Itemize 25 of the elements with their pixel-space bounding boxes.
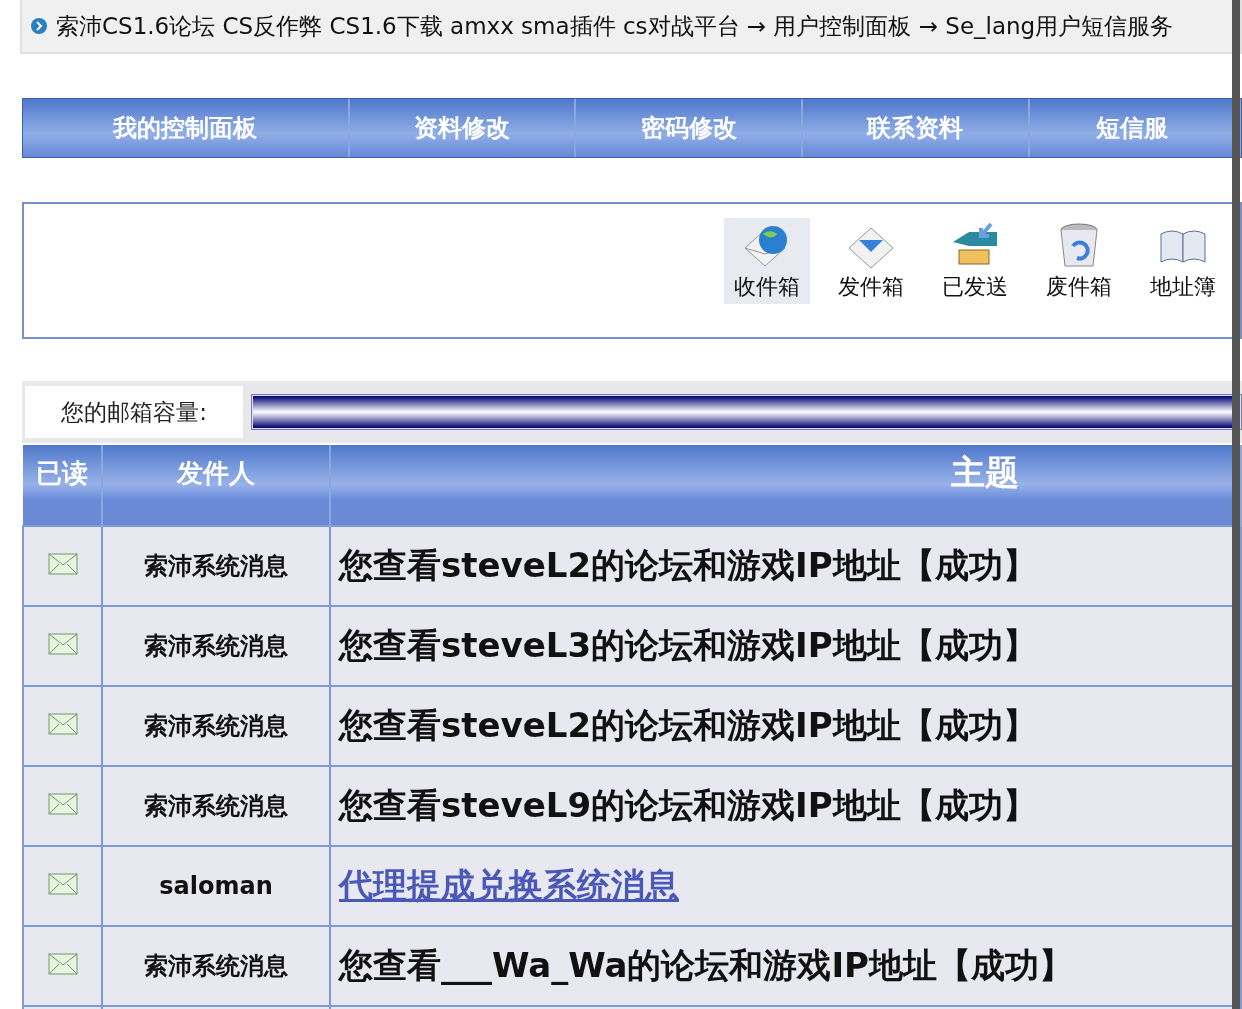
envelope-icon[interactable] <box>47 553 78 575</box>
envelope-icon[interactable] <box>47 793 78 815</box>
scrollbar[interactable] <box>1232 0 1240 1009</box>
column-header: 发件人 <box>102 445 330 501</box>
toolbar-button[interactable]: 收件箱 <box>724 218 810 304</box>
column-header: 已读 <box>23 445 102 501</box>
arrow-bullet-icon <box>30 17 48 35</box>
toolbar-button[interactable]: 发件箱 <box>828 218 914 304</box>
toolbar-button[interactable]: 地址簿 <box>1140 218 1226 304</box>
sender-cell: 索沛系统消息 <box>102 926 330 1006</box>
breadcrumb-text: 索沛CS1.6论坛 CS反作弊 CS1.6下载 amxx sma插件 cs对战平台 → 用户控制面板 → Se_lang用户短信服务 <box>56 11 1174 41</box>
envelope-icon[interactable] <box>47 713 78 735</box>
envelope-icon[interactable] <box>47 873 78 895</box>
toolbar-button[interactable]: 已发送 <box>932 218 1018 304</box>
sender-cell: 索沛系统消息 <box>102 686 330 766</box>
column-header: 主题 <box>330 445 1241 501</box>
sender-cell: saloman <box>102 846 330 926</box>
capacity-label: 您的邮箱容量: <box>25 386 243 438</box>
sender-cell: 索沛系统消息 <box>102 606 330 686</box>
subject-link[interactable]: 代理提成兑换系统消息 <box>339 865 679 905</box>
toolbar-button[interactable]: 废件箱 <box>1036 218 1122 304</box>
sender-cell: 索沛系统消息 <box>102 766 330 846</box>
sender-cell: 索沛系统消息 <box>102 526 330 606</box>
envelope-icon[interactable] <box>47 953 78 975</box>
envelope-icon[interactable] <box>47 633 78 655</box>
